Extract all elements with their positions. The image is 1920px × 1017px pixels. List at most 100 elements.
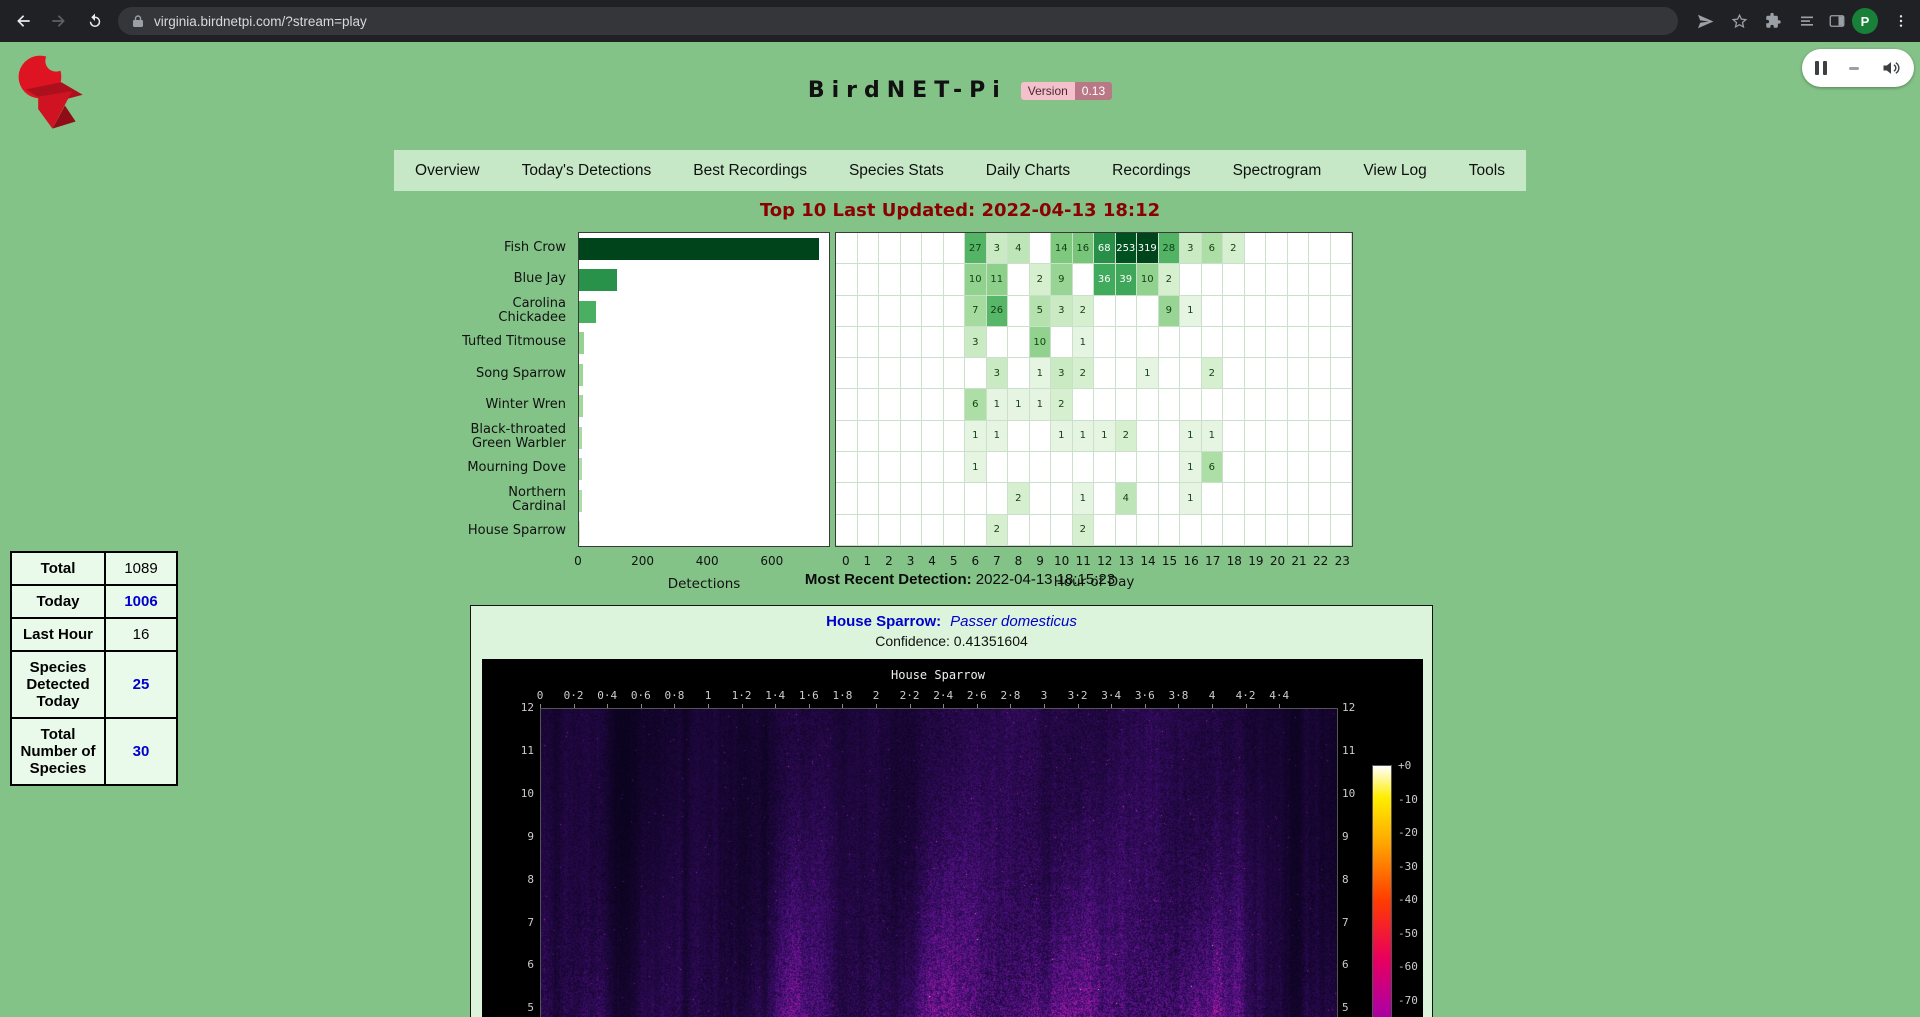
heatmap-cell: 3 bbox=[965, 327, 987, 358]
heatmap-cell bbox=[1331, 264, 1353, 295]
heatmap-cell: 7 bbox=[965, 296, 987, 327]
heatmap-cell bbox=[1008, 421, 1030, 452]
spec-x-tick: 1 bbox=[705, 689, 712, 702]
nav-item-overview[interactable]: Overview bbox=[394, 150, 501, 191]
detection-species-link[interactable]: House Sparrow: bbox=[826, 613, 941, 630]
heatmap-cell bbox=[1309, 483, 1331, 514]
heatmap-cell bbox=[944, 296, 966, 327]
heatmap-cell: 2 bbox=[1116, 421, 1138, 452]
heatmap-cell bbox=[879, 483, 901, 514]
heatmap-cell bbox=[858, 515, 880, 546]
heatmap-cell: 1 bbox=[1073, 483, 1095, 514]
spec-x-tick: 1·6 bbox=[799, 689, 819, 702]
heatmap-cell bbox=[1051, 515, 1073, 546]
spec-x-tickmark bbox=[540, 704, 541, 708]
heatmap-cell bbox=[1245, 264, 1267, 295]
reload-icon[interactable] bbox=[82, 8, 108, 34]
colorbar-tick: -70 bbox=[1398, 994, 1418, 1007]
bookmark-star-icon[interactable] bbox=[1726, 8, 1752, 34]
nav-item-today-s-detections[interactable]: Today's Detections bbox=[501, 150, 673, 191]
forward-icon[interactable] bbox=[46, 8, 72, 34]
hour-axis-tick: 16 bbox=[1183, 554, 1198, 568]
spec-x-tick: 3·4 bbox=[1101, 689, 1121, 702]
media-controls-icon[interactable] bbox=[1794, 8, 1820, 34]
heatmap-cell bbox=[987, 327, 1009, 358]
heatmap-cell bbox=[1223, 327, 1245, 358]
heatmap-cell: 2 bbox=[1073, 358, 1095, 389]
nav-item-best-recordings[interactable]: Best Recordings bbox=[672, 150, 828, 191]
hour-axis-tick: 22 bbox=[1313, 554, 1328, 568]
side-panel-icon[interactable] bbox=[1824, 8, 1850, 34]
hour-axis-tick: 14 bbox=[1140, 554, 1155, 568]
heatmap-cell bbox=[944, 389, 966, 420]
heatmap-cell bbox=[879, 421, 901, 452]
nav-item-tools[interactable]: Tools bbox=[1448, 150, 1526, 191]
spec-x-tick: 0·2 bbox=[564, 689, 584, 702]
heatmap-cell bbox=[1159, 452, 1181, 483]
version-badge: Version 0.13 bbox=[1021, 82, 1112, 100]
detections-bar-house-sparrow bbox=[579, 521, 580, 543]
species-label-song-sparrow: Song Sparrow bbox=[430, 358, 573, 390]
heatmap-cell: 1 bbox=[1094, 421, 1116, 452]
back-icon[interactable] bbox=[10, 8, 36, 34]
profile-avatar[interactable]: P bbox=[1852, 8, 1878, 34]
spec-x-tickmark bbox=[1279, 704, 1280, 708]
heatmap-cell bbox=[922, 389, 944, 420]
site-title: BirdNET-Pi bbox=[808, 78, 1007, 103]
heatmap-cell bbox=[922, 264, 944, 295]
stats-value-today[interactable]: 1006 bbox=[105, 585, 177, 618]
heatmap-cell bbox=[1008, 452, 1030, 483]
nav-item-spectrogram[interactable]: Spectrogram bbox=[1212, 150, 1343, 191]
heatmap-cell bbox=[944, 327, 966, 358]
heatmap-cell: 9 bbox=[1159, 296, 1181, 327]
spec-y-tick: 6 bbox=[500, 958, 534, 971]
audio-player[interactable] bbox=[1802, 49, 1914, 87]
heatmap-cell bbox=[1331, 452, 1353, 483]
heatmap-cell bbox=[1245, 421, 1267, 452]
spec-y-tick: 10 bbox=[1342, 787, 1376, 800]
spec-x-tick: 3·2 bbox=[1068, 689, 1088, 702]
share-icon[interactable] bbox=[1692, 8, 1718, 34]
heatmap-cell: 2 bbox=[987, 515, 1009, 546]
spec-x-tick: 1·8 bbox=[832, 689, 852, 702]
spec-x-tick: 2·6 bbox=[967, 689, 987, 702]
audio-timeline[interactable] bbox=[1849, 67, 1859, 70]
heatmap-cell bbox=[1030, 452, 1052, 483]
heatmap-cell bbox=[1245, 233, 1267, 264]
heatmap-cell: 1 bbox=[965, 421, 987, 452]
stats-value-species-detected-today[interactable]: 25 bbox=[105, 651, 177, 718]
spec-x-tick: 3·8 bbox=[1168, 689, 1188, 702]
detection-confidence: Confidence: 0.41351604 bbox=[471, 633, 1432, 649]
heatmap-cell bbox=[1030, 515, 1052, 546]
heatmap-cell bbox=[901, 421, 923, 452]
heatmap-cell bbox=[901, 452, 923, 483]
extensions-icon[interactable] bbox=[1760, 8, 1786, 34]
species-axis-labels: Fish CrowBlue JayCarolina ChickadeeTufte… bbox=[430, 232, 573, 547]
heatmap-cell: 1 bbox=[965, 452, 987, 483]
nav-item-daily-charts[interactable]: Daily Charts bbox=[965, 150, 1091, 191]
nav-item-recordings[interactable]: Recordings bbox=[1091, 150, 1211, 191]
heatmap-cell bbox=[1051, 483, 1073, 514]
heatmap-cell bbox=[836, 327, 858, 358]
nav-item-species-stats[interactable]: Species Stats bbox=[828, 150, 965, 191]
hour-axis-tick: 23 bbox=[1335, 554, 1350, 568]
heatmap-cell bbox=[1180, 327, 1202, 358]
heatmap-cell bbox=[1180, 358, 1202, 389]
detections-bar-tufted-titmouse bbox=[579, 332, 584, 354]
address-bar[interactable]: virginia.birdnetpi.com/?stream=play bbox=[118, 7, 1678, 35]
bar-row bbox=[579, 359, 829, 391]
spec-x-tickmark bbox=[674, 704, 675, 708]
bar-row bbox=[579, 422, 829, 454]
heatmap-cell bbox=[836, 515, 858, 546]
heatmap-cell bbox=[1223, 358, 1245, 389]
volume-icon[interactable] bbox=[1881, 58, 1901, 78]
spec-x-tick: 3 bbox=[1041, 689, 1048, 702]
spec-x-tickmark bbox=[943, 704, 944, 708]
heatmap-cell bbox=[965, 515, 987, 546]
heatmap-cell bbox=[1266, 296, 1288, 327]
nav-item-view-log[interactable]: View Log bbox=[1342, 150, 1447, 191]
menu-kebab-icon[interactable] bbox=[1888, 8, 1914, 34]
stats-value-total-number-of-species[interactable]: 30 bbox=[105, 718, 177, 785]
pause-icon[interactable] bbox=[1815, 61, 1827, 75]
detection-scientific-name[interactable]: Passer domesticus bbox=[950, 613, 1077, 630]
